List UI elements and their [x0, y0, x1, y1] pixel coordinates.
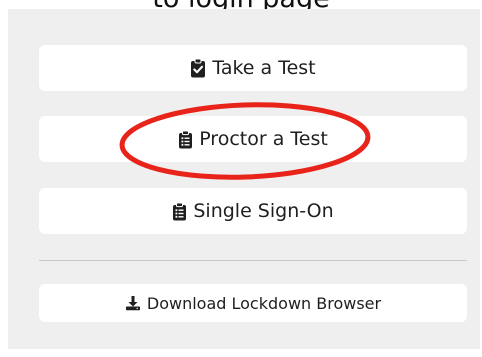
clipboard-list-icon	[178, 130, 193, 149]
proctor-a-test-label: Proctor a Test	[199, 128, 328, 150]
download-lockdown-browser-button[interactable]: Download Lockdown Browser	[39, 284, 467, 322]
download-icon	[125, 295, 141, 311]
login-options-panel: Take a Test Proctor a Test Single Sign-O…	[8, 9, 480, 349]
single-sign-on-button[interactable]: Single Sign-On	[39, 188, 467, 234]
proctor-a-test-button[interactable]: Proctor a Test	[39, 116, 467, 162]
take-a-test-button[interactable]: Take a Test	[39, 45, 467, 91]
section-divider	[39, 260, 467, 261]
single-sign-on-label: Single Sign-On	[193, 200, 334, 222]
clipboard-check-icon	[190, 58, 206, 78]
clipboard-list-icon	[172, 202, 187, 221]
take-a-test-label: Take a Test	[212, 57, 316, 79]
download-lockdown-browser-label: Download Lockdown Browser	[146, 293, 382, 313]
